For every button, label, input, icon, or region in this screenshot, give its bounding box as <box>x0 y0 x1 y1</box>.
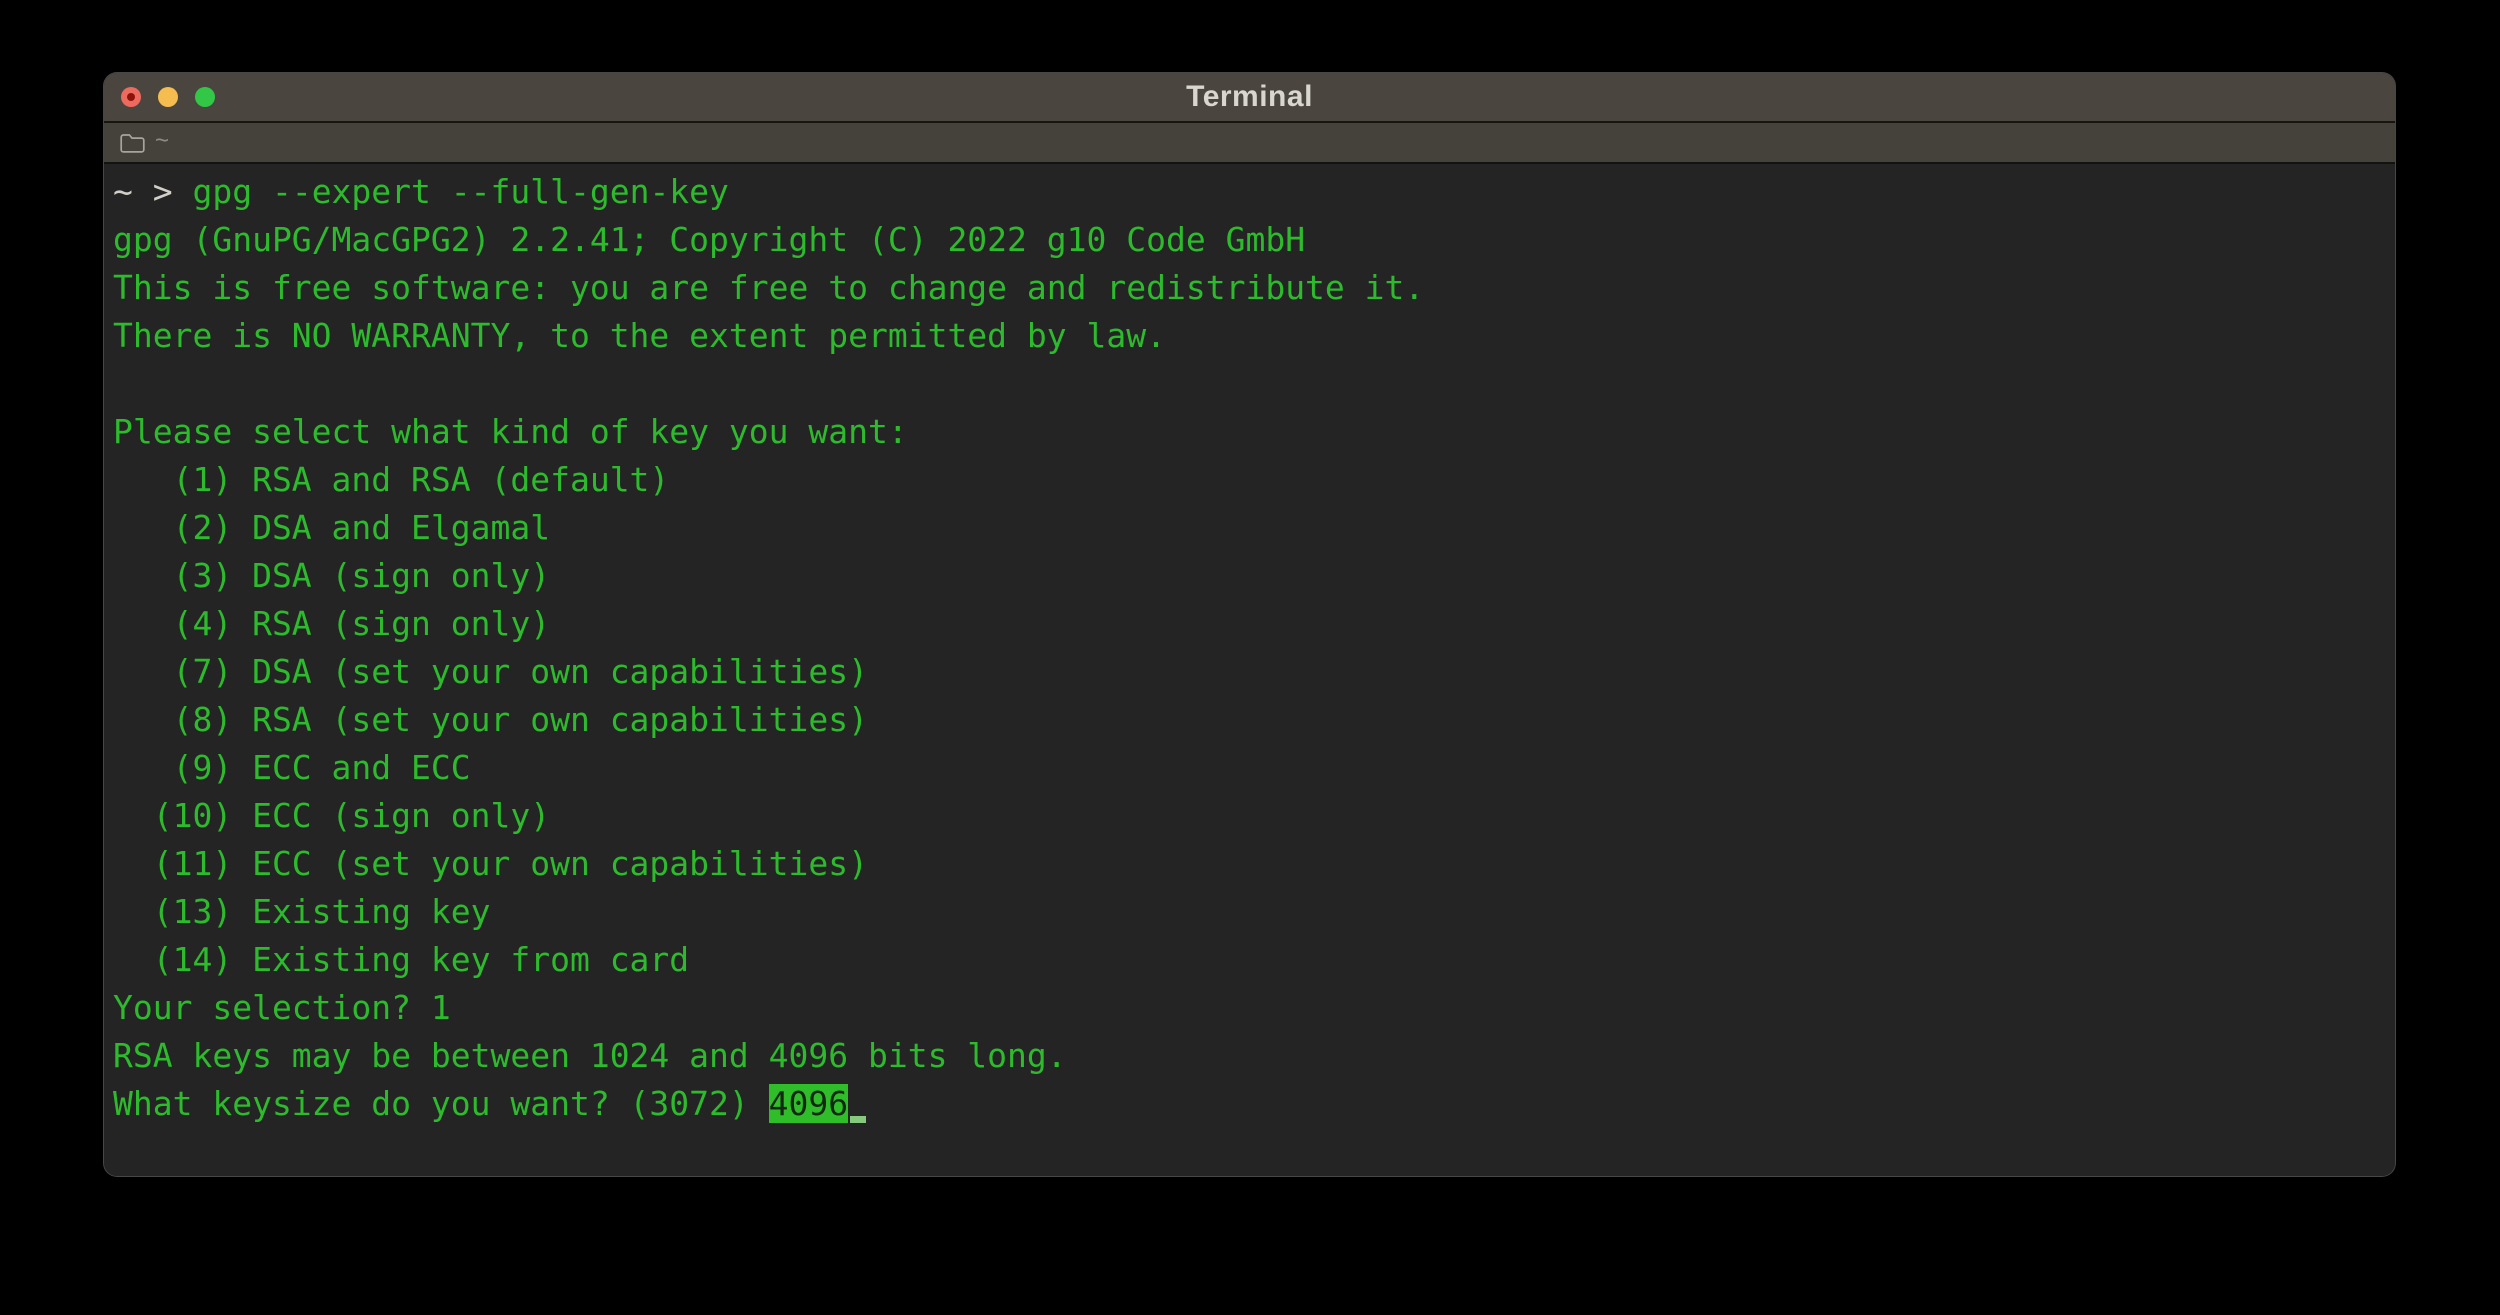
terminal-screen[interactable]: ~ > gpg --expert --full-gen-key gpg (GnuP… <box>104 164 2395 1176</box>
folder-icon <box>119 131 146 154</box>
terminal-line: Please select what kind of key you want: <box>113 408 2387 456</box>
terminal-line: This is free software: you are free to c… <box>113 264 2387 312</box>
terminal-text: gpg --expert --full-gen-key <box>192 172 728 211</box>
terminal-text: (1) RSA and RSA (default) <box>113 460 669 499</box>
terminal-line: gpg (GnuPG/MacGPG2) 2.2.41; Copyright (C… <box>113 216 2387 264</box>
terminal-line: What keysize do you want? (3072) 4096 <box>113 1080 2387 1128</box>
terminal-line: RSA keys may be between 1024 and 4096 bi… <box>113 1032 2387 1080</box>
terminal-line: (13) Existing key <box>113 888 2387 936</box>
terminal-cursor <box>848 1080 868 1128</box>
terminal-text: (11) ECC (set your own capabilities) <box>113 844 868 883</box>
terminal-line: (3) DSA (sign only) <box>113 552 2387 600</box>
terminal-text: (3) DSA (sign only) <box>113 556 550 595</box>
window-titlebar[interactable]: Terminal <box>104 73 2395 123</box>
terminal-text: This is free software: you are free to c… <box>113 268 1424 307</box>
terminal-text: RSA keys may be between 1024 and 4096 bi… <box>113 1036 1067 1075</box>
terminal-text: (14) Existing key from card <box>113 940 689 979</box>
terminal-line <box>113 360 2387 408</box>
terminal-text: (2) DSA and Elgamal <box>113 508 550 547</box>
terminal-line: There is NO WARRANTY, to the extent perm… <box>113 312 2387 360</box>
tab-path-label: ~ <box>155 129 169 157</box>
terminal-line: (14) Existing key from card <box>113 936 2387 984</box>
terminal-window: Terminal ~ ~ > gpg --expert --full-gen-k… <box>103 72 2396 1177</box>
keysize-input-selected-text: 4096 <box>769 1084 848 1123</box>
terminal-text: (13) Existing key <box>113 892 491 931</box>
terminal-text: There is NO WARRANTY, to the extent perm… <box>113 316 1166 355</box>
terminal-text: (4) RSA (sign only) <box>113 604 550 643</box>
window-title: Terminal <box>104 80 2395 114</box>
shell-prompt: ~ > <box>113 172 192 211</box>
terminal-line: (1) RSA and RSA (default) <box>113 456 2387 504</box>
terminal-line: Your selection? 1 <box>113 984 2387 1032</box>
terminal-line: (8) RSA (set your own capabilities) <box>113 696 2387 744</box>
terminal-text: Please select what kind of key you want: <box>113 412 908 451</box>
terminal-text: (7) DSA (set your own capabilities) <box>113 652 868 691</box>
terminal-text: What keysize do you want? (3072) <box>113 1084 769 1123</box>
terminal-line: (2) DSA and Elgamal <box>113 504 2387 552</box>
tab-bar[interactable]: ~ <box>104 123 2395 164</box>
terminal-text: Your selection? 1 <box>113 988 451 1027</box>
terminal-line: (4) RSA (sign only) <box>113 600 2387 648</box>
terminal-text: (8) RSA (set your own capabilities) <box>113 700 868 739</box>
terminal-text: (10) ECC (sign only) <box>113 796 550 835</box>
terminal-text: (9) ECC and ECC <box>113 748 471 787</box>
terminal-line: (7) DSA (set your own capabilities) <box>113 648 2387 696</box>
terminal-line: (9) ECC and ECC <box>113 744 2387 792</box>
terminal-text: gpg (GnuPG/MacGPG2) 2.2.41; Copyright (C… <box>113 220 1305 259</box>
terminal-line: (10) ECC (sign only) <box>113 792 2387 840</box>
terminal-line: ~ > gpg --expert --full-gen-key <box>113 168 2387 216</box>
terminal-line: (11) ECC (set your own capabilities) <box>113 840 2387 888</box>
